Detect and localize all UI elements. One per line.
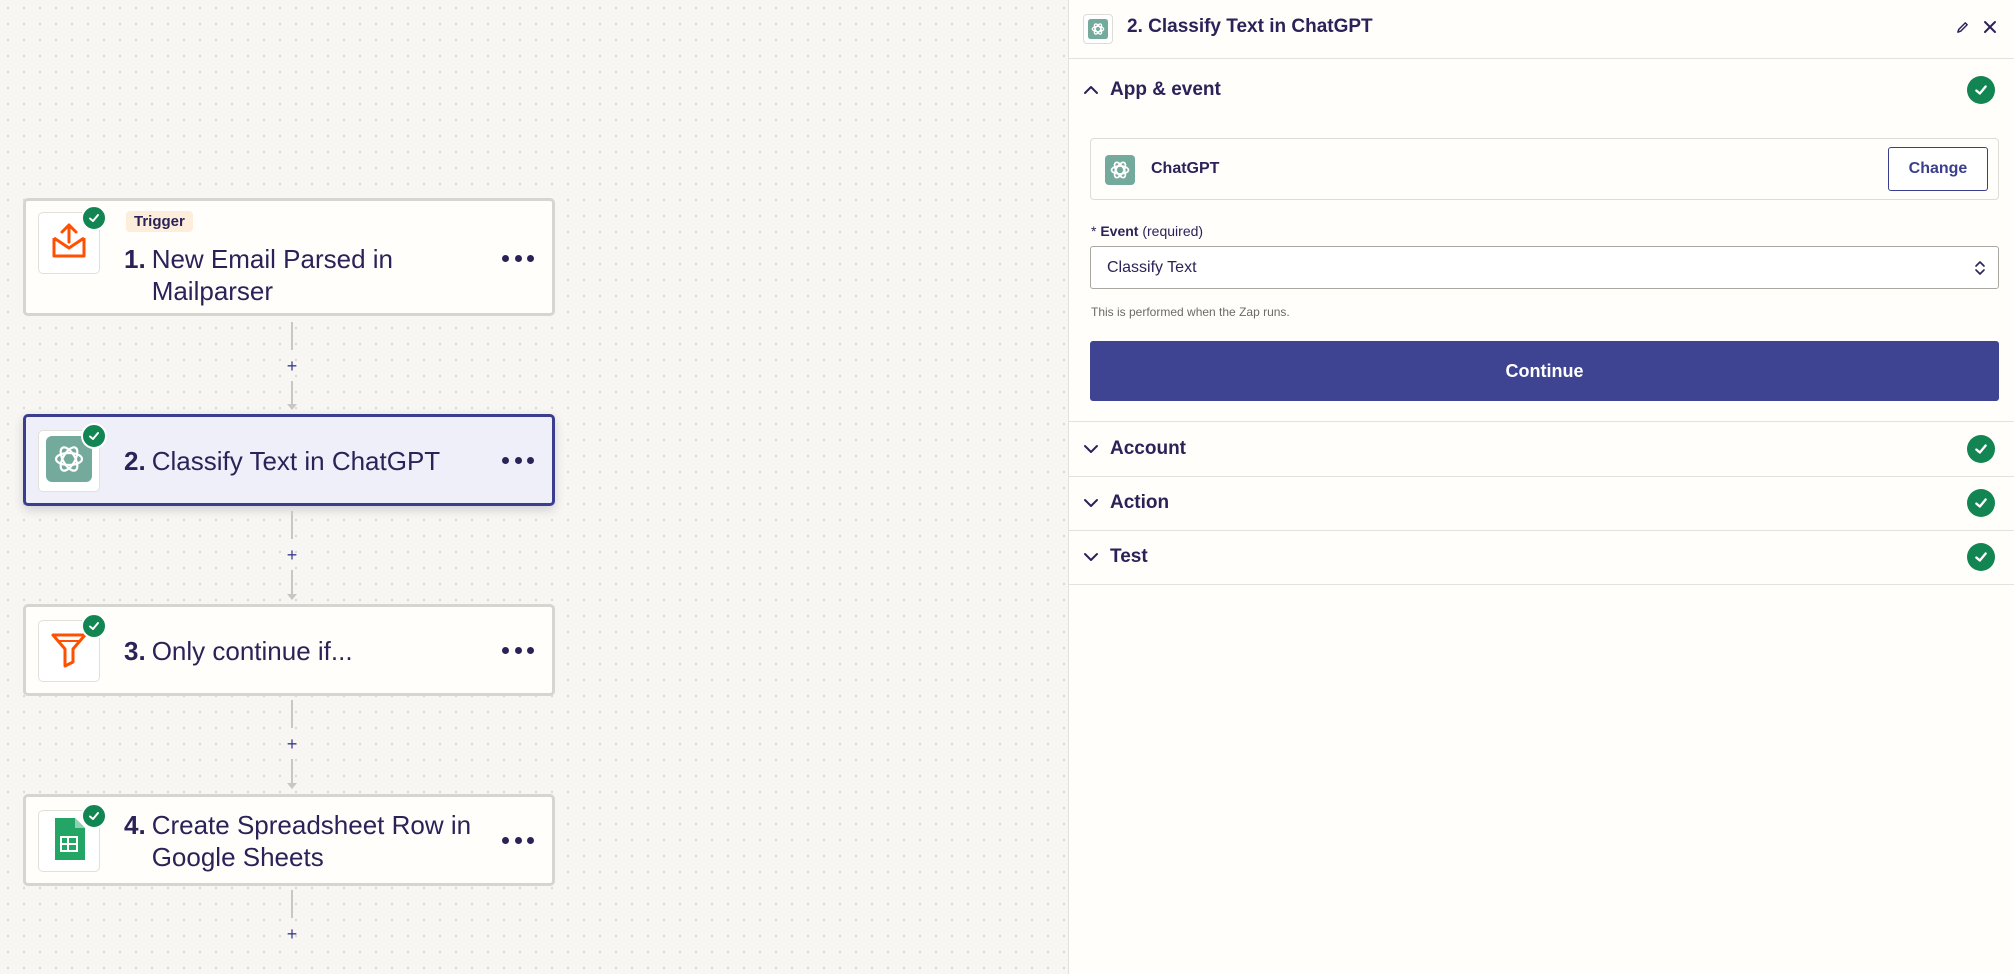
step-title: 3. Only continue if... (124, 635, 504, 667)
step-title: 1. New Email Parsed in Mailparser (124, 243, 504, 307)
step-number: 2. (124, 446, 146, 476)
change-app-button[interactable]: Change (1888, 147, 1988, 191)
add-step-button[interactable]: + (283, 357, 301, 375)
event-label: Event (1100, 223, 1139, 239)
panel-title: 2. Classify Text in ChatGPT (1127, 16, 1373, 37)
zap-canvas: Trigger 1. New Email Parsed in Mailparse… (0, 0, 1068, 974)
step-title: 2. Classify Text in ChatGPT (124, 445, 504, 477)
section-app-event[interactable]: App & event (1069, 63, 2014, 117)
step-card-1[interactable]: Trigger 1. New Email Parsed in Mailparse… (23, 198, 555, 316)
step-name: Classify Text in ChatGPT (151, 446, 441, 476)
chatgpt-icon (1104, 154, 1136, 186)
panel-header: 2. Classify Text in ChatGPT (1069, 0, 2014, 59)
connector-arrow-icon (287, 404, 297, 410)
section-action[interactable]: Action (1069, 476, 2014, 531)
step-icon-box (38, 423, 107, 492)
step-number: 3. (124, 636, 146, 666)
connector-arrow-icon (287, 783, 297, 789)
add-step-button[interactable]: + (283, 735, 301, 753)
step-complete-check-icon (81, 205, 107, 231)
section-complete-check-icon (1967, 435, 1995, 463)
step-card-3[interactable]: 3. Only continue if... (23, 604, 555, 696)
selected-app-card: ChatGPT Change (1090, 138, 1999, 200)
step-more-options-icon[interactable] (502, 640, 534, 660)
section-label: Test (1110, 546, 1148, 567)
connector-line (291, 570, 293, 596)
step-more-options-icon[interactable] (502, 450, 534, 470)
connector-line (291, 700, 293, 728)
chatgpt-icon (1083, 14, 1113, 44)
trigger-badge: Trigger (126, 211, 193, 232)
chevron-down-icon (1083, 442, 1099, 460)
section-label: Account (1110, 438, 1186, 459)
edit-pencil-icon[interactable] (1949, 14, 1975, 40)
section-label: Action (1110, 492, 1170, 513)
continue-button[interactable]: Continue (1090, 341, 1999, 401)
section-label: App & event (1110, 79, 1221, 100)
step-name: Only continue if... (151, 636, 353, 666)
step-number: 4. (124, 810, 146, 840)
step-name: New Email Parsed in Mailparser (151, 244, 393, 306)
chevron-down-icon (1083, 496, 1099, 514)
step-more-options-icon[interactable] (502, 248, 534, 268)
google-sheets-icon (52, 817, 86, 865)
event-field-label: * Event (required) (1091, 223, 1203, 239)
connector-line (291, 511, 293, 539)
required-text: (required) (1142, 223, 1204, 239)
step-editor-panel: 2. Classify Text in ChatGPT App & event (1068, 0, 2014, 974)
add-step-button[interactable]: + (283, 546, 301, 564)
section-test[interactable]: Test (1069, 530, 2014, 585)
step-title: 4. Create Spreadsheet Row in Google Shee… (124, 809, 514, 873)
connector-line (291, 381, 293, 406)
event-select-value: Classify Text (1107, 259, 1197, 276)
step-more-options-icon[interactable] (502, 830, 534, 850)
event-select[interactable]: Classify Text (1090, 246, 1999, 289)
chevron-down-icon (1083, 550, 1099, 568)
step-icon-box (38, 803, 107, 872)
step-card-2[interactable]: 2. Classify Text in ChatGPT (23, 414, 555, 506)
connector-line (291, 322, 293, 350)
step-name: Create Spreadsheet Row in Google Sheets (151, 810, 472, 872)
connector-line (291, 759, 293, 785)
step-complete-check-icon (81, 423, 107, 449)
step-complete-check-icon (81, 803, 107, 829)
step-icon-box (38, 205, 107, 274)
section-complete-check-icon (1967, 76, 1995, 104)
connector-arrow-icon (287, 594, 297, 600)
section-account[interactable]: Account (1069, 422, 2014, 477)
add-step-button[interactable]: + (283, 925, 301, 943)
event-helper-text: This is performed when the Zap runs. (1091, 305, 1290, 319)
section-complete-check-icon (1967, 543, 1995, 571)
step-card-4[interactable]: 4. Create Spreadsheet Row in Google Shee… (23, 794, 555, 886)
step-complete-check-icon (81, 613, 107, 639)
chevron-up-icon (1083, 83, 1099, 101)
section-complete-check-icon (1967, 489, 1995, 517)
step-number: 1. (124, 244, 146, 274)
step-icon-box (38, 613, 107, 682)
close-icon[interactable] (1977, 14, 2003, 40)
required-asterisk: * (1091, 223, 1097, 239)
connector-line (291, 890, 293, 918)
select-updown-icon (1974, 258, 1986, 283)
app-name: ChatGPT (1151, 160, 1220, 177)
